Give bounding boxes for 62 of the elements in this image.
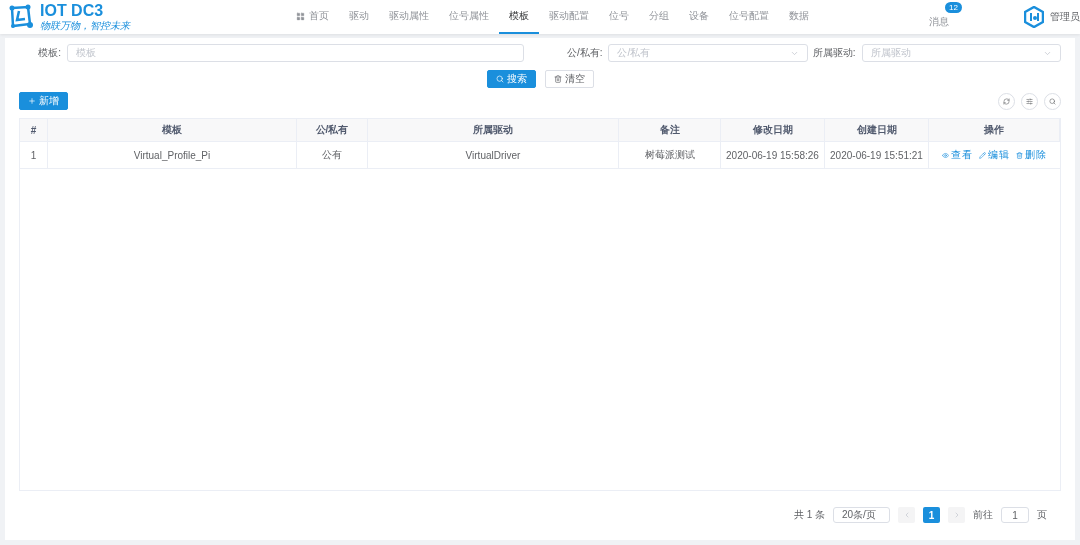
column-header: #: [20, 119, 48, 142]
page-size-select[interactable]: 20条/页: [833, 507, 890, 523]
table-cell: 2020-06-19 15:58:26: [721, 142, 825, 169]
refresh-button[interactable]: [998, 92, 1015, 110]
pencil-icon: [979, 151, 986, 159]
page-suffix: 页: [1037, 508, 1047, 522]
user-name[interactable]: 管理员: [1050, 10, 1080, 24]
table-cell: 树莓派测试: [619, 142, 721, 169]
column-header: 修改日期: [721, 119, 825, 142]
search-toggle-button[interactable]: [1044, 92, 1061, 110]
nav-tab[interactable]: 设备: [679, 0, 719, 34]
delete-link[interactable]: 删除: [1016, 148, 1047, 162]
nav-tab[interactable]: 位号配置: [719, 0, 779, 34]
search-button[interactable]: 搜索: [486, 70, 536, 88]
logo-slogan: 物联万物，智控未来: [40, 21, 130, 31]
nav-tab[interactable]: 驱动属性: [379, 0, 439, 34]
column-header: 备注: [619, 119, 721, 142]
refresh-icon: [1003, 97, 1010, 105]
goto-label: 前往: [973, 508, 993, 522]
clear-button[interactable]: 清空: [544, 70, 594, 88]
page-button[interactable]: 1: [923, 507, 940, 523]
count-badge: 12: [945, 2, 962, 13]
next-page-button[interactable]: [948, 507, 965, 523]
table-cell: 1: [20, 142, 48, 169]
search-icon: [1049, 97, 1056, 105]
nav-tab[interactable]: 模板: [499, 0, 539, 34]
filter-label: 所属驱动:: [811, 46, 857, 60]
edit-link[interactable]: 编辑: [979, 148, 1010, 162]
column-header: 模板: [48, 119, 297, 142]
messages-link[interactable]: 消息: [929, 16, 949, 27]
trash-icon: [553, 75, 562, 83]
table-cell: Virtual_Profile_Pi: [48, 142, 297, 169]
search-icon: [495, 75, 504, 83]
nav-tab[interactable]: 驱动: [339, 0, 379, 34]
nav-tab[interactable]: 数据: [779, 0, 819, 34]
logo-title: IOT DC3: [40, 3, 105, 19]
table-cell: VirtualDriver: [368, 142, 619, 169]
column-header: 创建日期: [825, 119, 929, 142]
nav-tab[interactable]: 分组: [639, 0, 679, 34]
column-header: 操作: [929, 119, 1060, 142]
trash-icon: [1016, 151, 1023, 159]
add-button[interactable]: 新增: [19, 92, 68, 110]
table-cell: 公有: [297, 142, 368, 169]
page-input[interactable]: 1: [1001, 507, 1029, 523]
total-count: 共 1 条: [793, 508, 825, 522]
eye-icon: [942, 151, 949, 159]
nav-tab[interactable]: 位号属性: [439, 0, 499, 34]
plus-icon: [28, 97, 36, 105]
sliders-icon: [1026, 97, 1033, 105]
filter-settings-button[interactable]: [1021, 92, 1038, 110]
view-link[interactable]: 查看: [942, 148, 973, 162]
column-header: 所属驱动: [368, 119, 619, 142]
nav-tab[interactable]: 驱动配置: [539, 0, 599, 34]
nav-tab[interactable]: 位号: [599, 0, 639, 34]
logo-icon: [8, 4, 34, 30]
filter-label: 模板:: [37, 46, 62, 60]
previous-page-button[interactable]: [898, 507, 915, 523]
hexagon-logo-icon: [1024, 6, 1044, 28]
filter-label: 公/私有:: [565, 46, 604, 60]
column-header: 公/私有: [297, 119, 368, 142]
nav-tab[interactable]: 首页: [286, 0, 339, 34]
table-cell: 2020-06-19 15:51:21: [825, 142, 929, 169]
